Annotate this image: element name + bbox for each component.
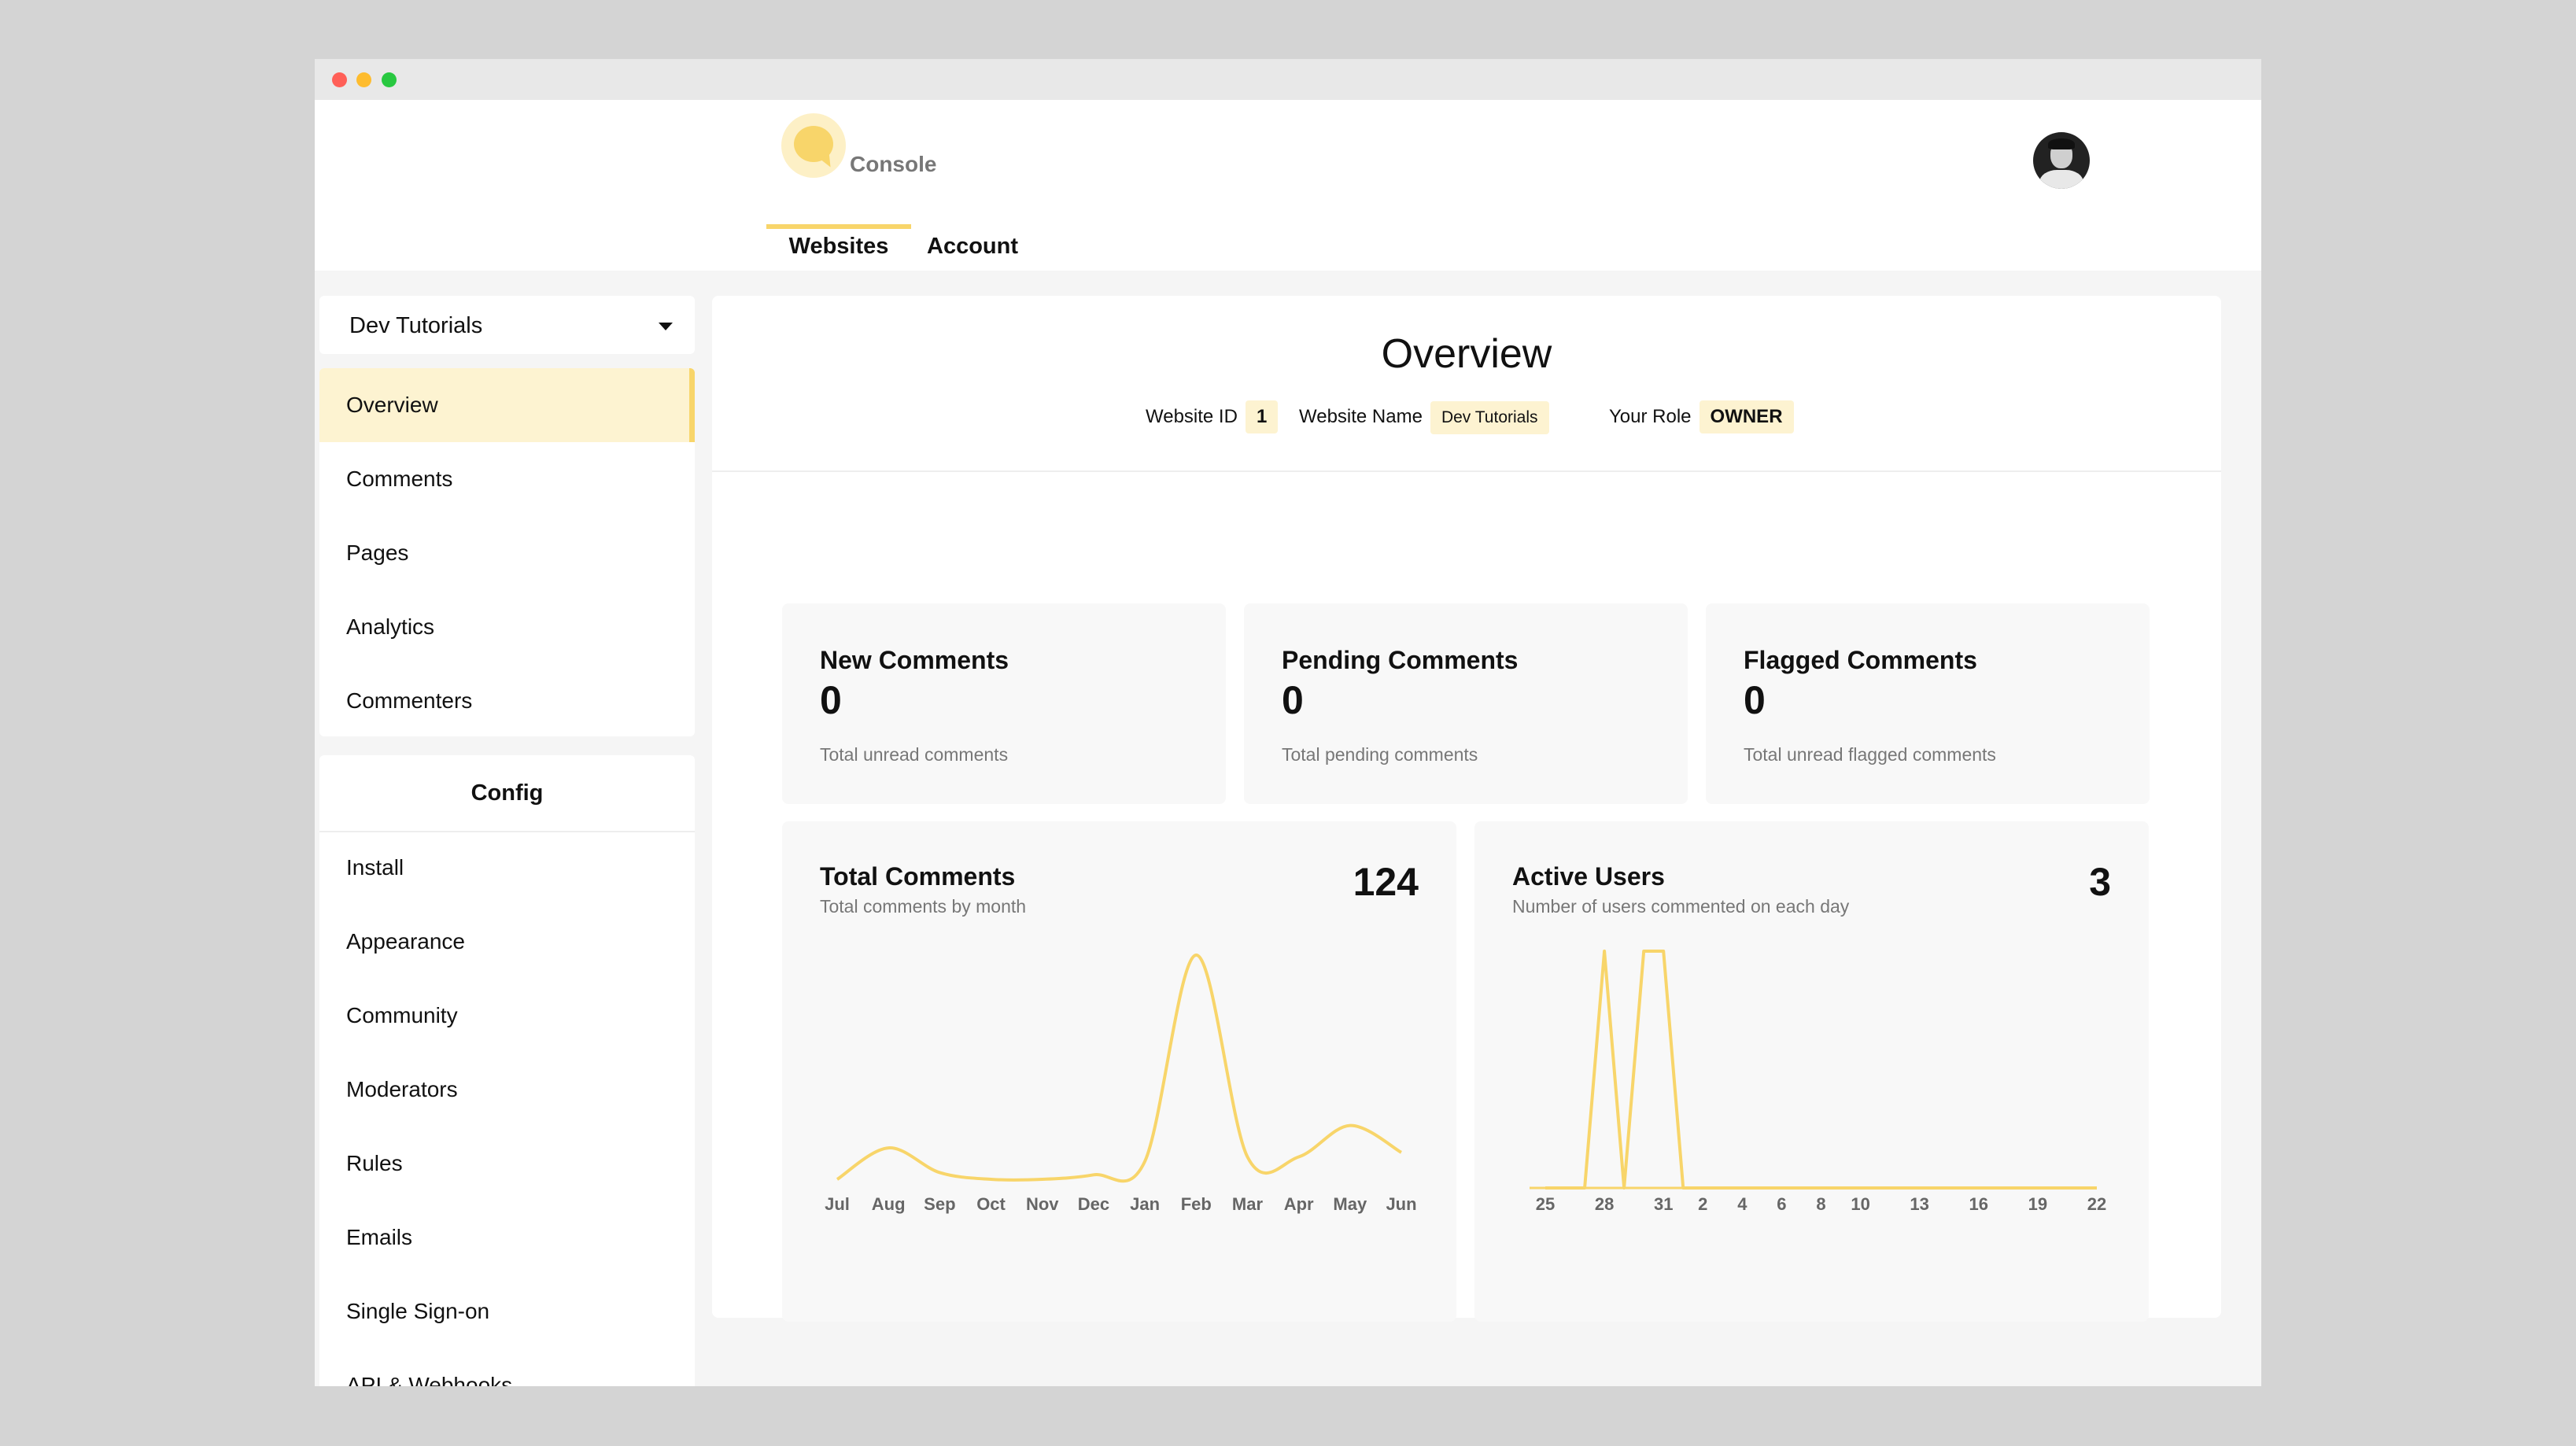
sidebar-item-moderators[interactable]: Moderators [319,1053,695,1127]
x-tick-label: Oct [976,1194,1006,1214]
sidebar-item-community[interactable]: Community [319,979,695,1053]
x-tick-label: Sep [924,1194,955,1214]
x-tick-label: Feb [1181,1194,1212,1214]
active-tab-indicator [766,224,911,229]
flagged-comments-card[interactable]: Flagged Comments 0 Total unread flagged … [1706,603,2150,804]
app-name: Console [850,152,937,176]
sidebar-item-label: Single Sign-on [346,1299,490,1323]
website-selector-value: Dev Tutorials [349,313,483,338]
active-users-chart: 25 28 31 2 4 6 8 10 13 16 19 22 [1530,950,2106,1214]
sidebar-item-label: Moderators [346,1077,458,1101]
chevron-down-icon [659,323,673,330]
x-tick-label: Dec [1078,1194,1109,1214]
x-tick-label: Nov [1026,1194,1059,1214]
sidebar-item-appearance[interactable]: Appearance [319,905,695,979]
close-window-icon[interactable] [332,72,347,87]
website-id-meta: Website ID 1 [1146,399,1279,435]
sidebar-item-label: Commenters [346,688,473,713]
x-tick-label: 13 [1910,1194,1928,1214]
total-comments-chart: Jul Aug Sep Oct Nov Dec Jan Feb Mar Apr May Jun [825,953,1417,1214]
sidebar-item-label: Install [346,855,404,880]
sidebar-item-label: Pages [346,540,409,565]
sidebar-item-analytics[interactable]: Analytics [319,590,695,664]
window-titlebar [315,59,2261,100]
card-title: New Comments [820,646,1009,674]
tab-account[interactable]: Account [927,234,1018,273]
sidebar-item-single-sign-on[interactable]: Single Sign-on [319,1274,695,1348]
minimize-window-icon[interactable] [356,72,371,87]
x-tick-label: Jun [1386,1194,1416,1214]
x-tick-label: 16 [1969,1194,1988,1214]
website-name-meta: Website Name Dev Tutorials [1299,399,1549,435]
maximize-window-icon[interactable] [382,72,397,87]
card-value: 0 [1744,678,1766,722]
top-navigation: Console Websites Account [315,100,2261,271]
overview-header: Overview Website ID 1 Website Name Dev Tut… [712,296,2221,472]
series-line [836,953,1403,1183]
website-name-label: Website Name [1299,406,1423,427]
role-label: Your Role [1609,406,1692,427]
active-users-card: Active Users Number of users commented o… [1474,821,2149,1322]
app-logo-icon[interactable] [781,113,852,184]
sidebar-item-label: Rules [346,1151,403,1175]
card-subtitle: Total unread comments [820,744,1009,765]
x-tick-label: Jul [825,1194,850,1214]
card-title: Pending Comments [1282,646,1519,674]
sidebar-item-pages[interactable]: Pages [319,516,695,590]
x-tick-label: 8 [1816,1194,1825,1214]
x-tick-label: 19 [2028,1194,2047,1214]
sidebar-item-label: Overview [346,393,438,417]
sidebar-item-overview[interactable]: Overview [319,368,695,442]
sidebar-item-label: Comments [346,467,453,491]
card-value: 0 [820,678,842,722]
x-tick-label: 6 [1777,1194,1786,1214]
sidebar-item-label: API & Webhooks [346,1373,513,1386]
x-tick-label: 10 [1851,1194,1869,1214]
config-heading: Config [319,755,695,832]
card-value: 0 [1282,678,1304,722]
website-meta: Website ID 1 Website Name Dev Tutorials Yo… [712,399,2221,435]
page-title: Overview [1381,331,1552,377]
sidebar-config-nav: Config Install Appearance Community Mode… [319,755,695,1386]
card-subtitle: Total pending comments [1282,744,1478,765]
sidebar-item-commenters[interactable]: Commenters [319,664,695,736]
series-line [1545,950,2097,1190]
x-tick-label: Jan [1130,1194,1160,1214]
new-comments-card[interactable]: New Comments 0 Total unread comments [782,603,1226,804]
x-tick-label: Apr [1284,1194,1314,1214]
sidebar-item-emails[interactable]: Emails [319,1201,695,1274]
sidebar-item-api-webhooks[interactable]: API & Webhooks [319,1348,695,1386]
sidebar-item-comments[interactable]: Comments [319,442,695,516]
sidebar-item-label: Emails [346,1225,413,1249]
sidebar-item-rules[interactable]: Rules [319,1127,695,1201]
x-tick-label: 25 [1536,1194,1555,1214]
website-id-value: 1 [1245,400,1279,433]
x-tick-label: 22 [2087,1194,2106,1214]
website-selector[interactable]: Dev Tutorials [319,296,695,354]
x-tick-label: May [1333,1194,1367,1214]
card-title: Flagged Comments [1744,646,1977,674]
sidebar-item-label: Analytics [346,614,435,639]
role-meta: Your Role OWNER [1609,399,1794,435]
pending-comments-card[interactable]: Pending Comments 0 Total pending comment… [1244,603,1688,804]
browser-window: Console Websites Account Dev Tutorials O… [315,59,2261,1386]
x-tick-label: 2 [1698,1194,1707,1214]
user-avatar[interactable] [2033,132,2090,189]
x-tick-label: Aug [872,1194,906,1214]
role-badge: OWNER [1699,400,1794,433]
overview-panel: Overview Website ID 1 Website Name Dev Tut… [712,296,2221,1322]
sidebar-item-label: Appearance [346,929,466,954]
card-subtitle: Total unread flagged comments [1744,744,1996,765]
x-tick-label: 4 [1737,1194,1747,1214]
x-tick-label: 28 [1595,1194,1614,1214]
website-name-value: Dev Tutorials [1430,401,1549,434]
website-id-label: Website ID [1146,406,1238,427]
sidebar-main-nav: Overview Comments Pages Analytics Commen… [319,368,695,736]
total-comments-card: Total Comments Total comments by month 1… [782,821,1456,1322]
sidebar-item-label: Community [346,1003,458,1027]
x-tick-label: Mar [1232,1194,1264,1214]
tab-websites[interactable]: Websites [766,234,911,273]
x-tick-label: 31 [1654,1194,1673,1214]
sidebar-item-install[interactable]: Install [319,831,695,905]
